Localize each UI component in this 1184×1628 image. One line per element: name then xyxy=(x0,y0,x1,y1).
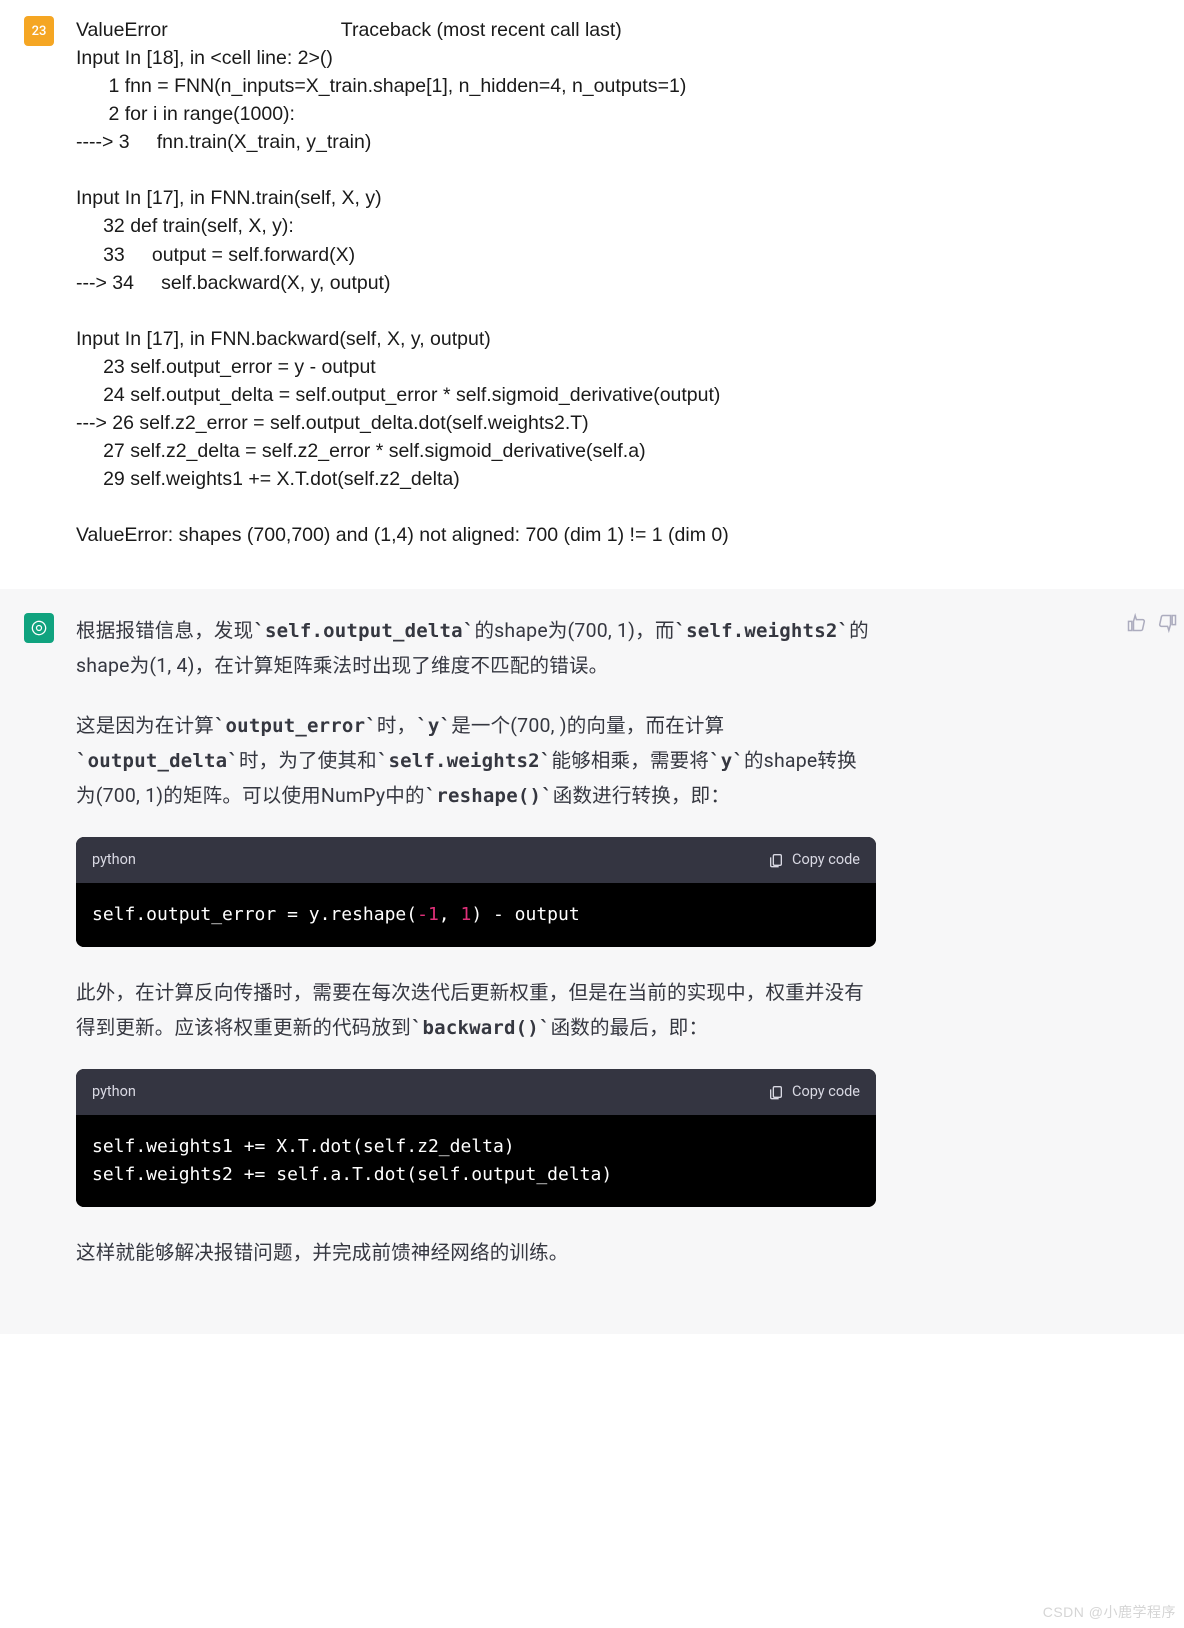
clipboard-icon xyxy=(768,852,784,868)
copy-code-label: Copy code xyxy=(792,847,860,873)
code-content: self.weights1 += X.T.dot(self.z2_delta) … xyxy=(76,1115,876,1207)
code-language-label: python xyxy=(92,1079,136,1105)
tb-line: 2 for i in range(1000): xyxy=(76,100,1184,128)
watermark-text: CSDN @小鹿学程序 xyxy=(1043,1602,1176,1622)
inline-code: `self.weights2` xyxy=(675,620,850,642)
response-paragraph: 这是因为在计算`output_error`时，`y`是一个(700, )的向量，… xyxy=(76,708,876,814)
code-content: self.output_error = y.reshape(-1, 1) - o… xyxy=(76,883,876,947)
tb-line: 32 def train(self, X, y): xyxy=(76,212,1184,240)
tb-line: ValueError: shapes (700,700) and (1,4) n… xyxy=(76,521,1184,549)
tb-line: Input In [17], in FNN.train(self, X, y) xyxy=(76,184,1184,212)
tb-line: 24 self.output_delta = self.output_error… xyxy=(76,381,1184,409)
response-paragraph: 这样就能够解决报错问题，并完成前馈神经网络的训练。 xyxy=(76,1235,876,1270)
tb-line: 33 output = self.forward(X) xyxy=(76,241,1184,269)
inline-code: `reshape()` xyxy=(425,785,553,807)
openai-icon xyxy=(29,618,49,638)
copy-code-button[interactable]: Copy code xyxy=(768,1079,860,1105)
code-block: python Copy code self.weights1 += X.T.do… xyxy=(76,1069,876,1207)
tb-line: ---> 26 self.z2_error = self.output_delt… xyxy=(76,409,1184,437)
code-header: python Copy code xyxy=(76,837,876,883)
inline-code: `self.output_delta` xyxy=(253,620,474,642)
copy-code-button[interactable]: Copy code xyxy=(768,847,860,873)
thumbs-down-button[interactable] xyxy=(1158,613,1178,637)
thumbs-down-icon xyxy=(1158,613,1178,633)
inline-code: `self.weights2` xyxy=(377,750,552,772)
traceback-text: ValueError Traceback (most recent call l… xyxy=(76,16,1184,549)
tb-line: Input In [18], in <cell line: 2>() xyxy=(76,44,1184,72)
code-block: python Copy code self.output_error = y.r… xyxy=(76,837,876,947)
tb-line: ---> 34 self.backward(X, y, output) xyxy=(76,269,1184,297)
inline-code: `y` xyxy=(709,750,744,772)
inline-code: `backward()` xyxy=(411,1017,551,1039)
assistant-avatar xyxy=(24,613,54,643)
inline-code: `output_error` xyxy=(214,715,377,737)
tb-line: Input In [17], in FNN.backward(self, X, … xyxy=(76,325,1184,353)
tb-line: 23 self.output_error = y - output xyxy=(76,353,1184,381)
tb-line: ValueError Traceback (most recent call l… xyxy=(76,16,1184,44)
copy-code-label: Copy code xyxy=(792,1079,860,1105)
tb-line: 1 fnn = FNN(n_inputs=X_train.shape[1], n… xyxy=(76,72,1184,100)
response-paragraph: 此外，在计算反向传播时，需要在每次迭代后更新权重，但是在当前的实现中，权重并没有… xyxy=(76,975,876,1045)
response-paragraph: 根据报错信息，发现`self.output_delta`的shape为(700,… xyxy=(76,613,876,683)
code-header: python Copy code xyxy=(76,1069,876,1115)
user-message: 23 ValueError Traceback (most recent cal… xyxy=(0,0,1184,589)
assistant-message: 根据报错信息，发现`self.output_delta`的shape为(700,… xyxy=(0,589,1184,1334)
feedback-buttons xyxy=(1126,613,1178,637)
user-avatar-badge: 23 xyxy=(24,16,54,46)
code-language-label: python xyxy=(92,847,136,873)
tb-line: 27 self.z2_delta = self.z2_error * self.… xyxy=(76,437,1184,465)
thumbs-up-icon xyxy=(1126,613,1146,633)
thumbs-up-button[interactable] xyxy=(1126,613,1146,637)
inline-code: `output_delta` xyxy=(76,750,239,772)
assistant-response: 根据报错信息，发现`self.output_delta`的shape为(700,… xyxy=(76,613,876,1294)
inline-code: `y` xyxy=(416,715,451,737)
tb-line: 29 self.weights1 += X.T.dot(self.z2_delt… xyxy=(76,465,1184,493)
clipboard-icon xyxy=(768,1084,784,1100)
tb-line: ----> 3 fnn.train(X_train, y_train) xyxy=(76,128,1184,156)
